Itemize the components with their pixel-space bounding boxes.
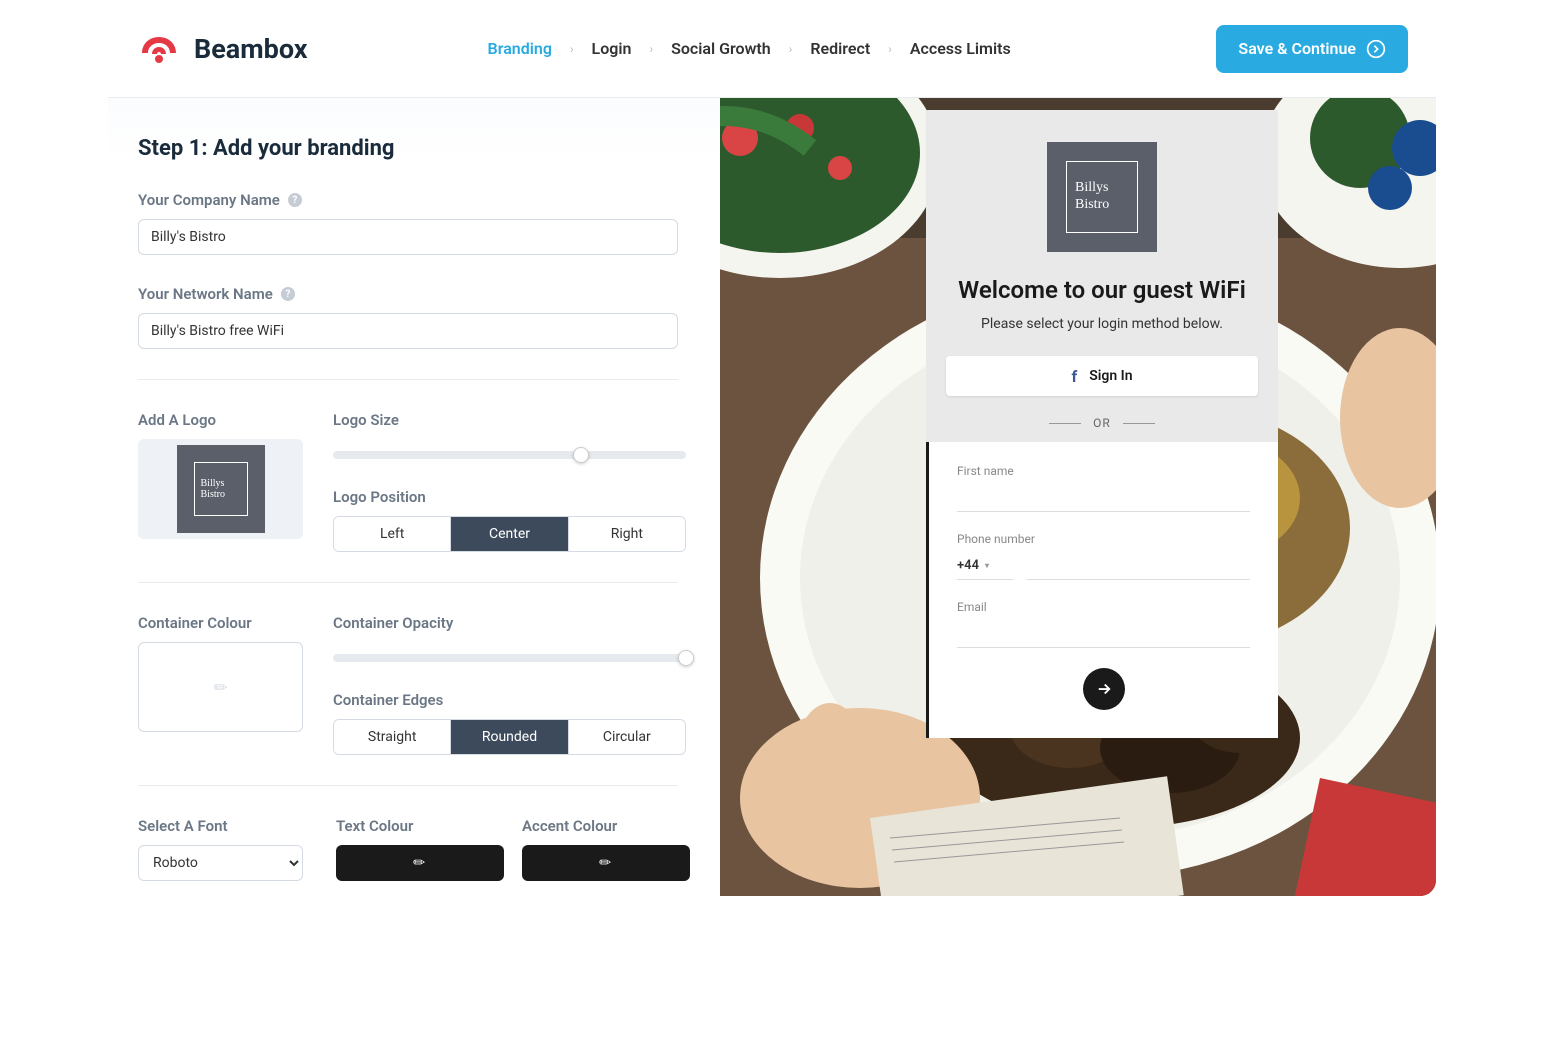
- network-name-input[interactable]: [138, 313, 678, 349]
- save-continue-button[interactable]: Save & Continue: [1216, 25, 1408, 73]
- slider-thumb[interactable]: [678, 650, 694, 666]
- logo-size-label: Logo Size: [333, 411, 399, 429]
- preview-subtitle: Please select your login method below.: [946, 316, 1258, 332]
- company-name-label: Your Company Name: [138, 191, 280, 209]
- network-name-label: Your Network Name: [138, 285, 273, 303]
- edges-circular[interactable]: Circular: [569, 720, 685, 754]
- accent-colour-label: Accent Colour: [522, 817, 617, 835]
- crumb-login[interactable]: Login: [592, 39, 632, 58]
- crumb-branding[interactable]: Branding: [488, 39, 552, 58]
- add-logo-label: Add A Logo: [138, 411, 216, 429]
- first-name-input[interactable]: [957, 484, 1250, 512]
- save-continue-label: Save & Continue: [1238, 39, 1356, 58]
- chevron-right-icon: ›: [888, 42, 892, 56]
- pencil-icon: ✎: [596, 853, 616, 873]
- brand-logo: Beambox: [136, 29, 308, 69]
- arrow-right-circle-icon: [1366, 39, 1386, 59]
- brand-name: Beambox: [194, 33, 308, 65]
- container-edges-segmented: Straight Rounded Circular: [333, 719, 686, 755]
- app-header: Beambox Branding › Login › Social Growth…: [108, 0, 1436, 98]
- logo-position-right[interactable]: Right: [569, 517, 685, 551]
- chevron-right-icon: ›: [570, 42, 574, 56]
- phone-country-code-select[interactable]: +44 ▾: [957, 552, 1013, 580]
- logo-size-slider[interactable]: [333, 451, 686, 459]
- pencil-icon: ✎: [410, 853, 430, 873]
- chevron-right-icon: ›: [649, 42, 653, 56]
- email-label: Email: [957, 600, 1250, 614]
- beambox-logo-icon: [136, 29, 182, 69]
- facebook-icon: f: [1071, 367, 1077, 386]
- phone-label: Phone number: [957, 532, 1250, 546]
- help-icon[interactable]: ?: [281, 287, 295, 301]
- arrow-right-icon: [1095, 680, 1113, 698]
- step-title: Step 1: Add your branding: [138, 136, 690, 161]
- crumb-social-growth[interactable]: Social Growth: [671, 39, 771, 58]
- container-opacity-slider[interactable]: [333, 654, 686, 662]
- accent-colour-picker[interactable]: ✎: [522, 845, 690, 881]
- chevron-down-icon: ▾: [985, 561, 989, 570]
- edges-straight[interactable]: Straight: [334, 720, 451, 754]
- logo-thumbnail: Billys Bistro: [177, 445, 265, 533]
- company-name-input[interactable]: [138, 219, 678, 255]
- pencil-icon: ✎: [209, 676, 232, 699]
- preview-welcome-title: Welcome to our guest WiFi: [946, 276, 1258, 304]
- logo-position-label: Logo Position: [333, 488, 426, 506]
- slider-thumb[interactable]: [573, 447, 589, 463]
- container-opacity-label: Container Opacity: [333, 614, 453, 632]
- crumb-redirect[interactable]: Redirect: [810, 39, 870, 58]
- divider: [138, 785, 678, 786]
- chevron-right-icon: ›: [789, 42, 793, 56]
- preview-login-form: First name Phone number +44 ▾ Email: [926, 442, 1278, 738]
- logo-upload-dropzone[interactable]: Billys Bistro: [138, 439, 303, 539]
- container-edges-label: Container Edges: [333, 691, 443, 709]
- phone-number-input[interactable]: [1027, 552, 1250, 580]
- text-colour-picker[interactable]: ✎: [336, 845, 504, 881]
- preview-panel: Billys Bistro Welcome to our guest WiFi …: [720, 98, 1436, 896]
- signin-label: Sign In: [1089, 368, 1132, 384]
- facebook-signin-button[interactable]: f Sign In: [946, 356, 1258, 396]
- wizard-breadcrumb: Branding › Login › Social Growth › Redir…: [488, 39, 1011, 58]
- submit-button[interactable]: [1083, 668, 1125, 710]
- help-icon[interactable]: ?: [288, 193, 302, 207]
- login-preview-card: Billys Bistro Welcome to our guest WiFi …: [926, 110, 1278, 738]
- text-colour-label: Text Colour: [336, 817, 413, 835]
- preview-logo: Billys Bistro: [1047, 142, 1157, 252]
- font-select[interactable]: Roboto: [138, 845, 303, 881]
- container-colour-label: Container Colour: [138, 614, 252, 632]
- divider: [138, 379, 678, 380]
- divider: [138, 582, 678, 583]
- email-input[interactable]: [957, 620, 1250, 648]
- or-divider: OR: [946, 416, 1258, 430]
- first-name-label: First name: [957, 464, 1250, 478]
- crumb-access-limits[interactable]: Access Limits: [910, 39, 1011, 58]
- container-colour-picker[interactable]: ✎: [138, 642, 303, 732]
- logo-position-left[interactable]: Left: [334, 517, 451, 551]
- select-font-label: Select A Font: [138, 817, 228, 835]
- logo-position-center[interactable]: Center: [451, 517, 568, 551]
- edges-rounded[interactable]: Rounded: [451, 720, 568, 754]
- branding-form-panel: Step 1: Add your branding Your Company N…: [108, 98, 720, 896]
- logo-position-segmented: Left Center Right: [333, 516, 686, 552]
